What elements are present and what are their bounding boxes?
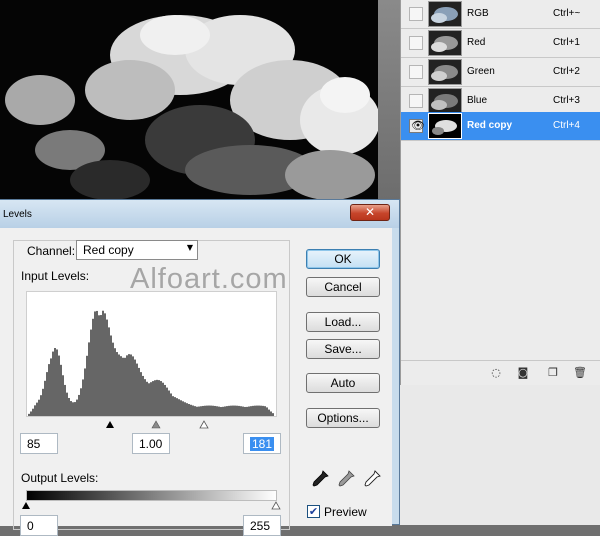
input-gamma-value: 1.00 <box>139 437 163 451</box>
channel-thumbnail <box>428 1 462 27</box>
load-selection-icon[interactable]: ◌ <box>489 366 503 380</box>
channels-panel: RGB Ctrl+~ Red Ctrl+1 Green Ctrl+2 Blue … <box>400 0 600 385</box>
output-white-value: 255 <box>250 519 271 533</box>
channel-thumbnail <box>428 113 462 139</box>
histogram-graph <box>28 310 274 416</box>
channel-thumbnail <box>428 59 462 85</box>
auto-button[interactable]: Auto <box>306 373 380 393</box>
chevron-down-icon: ▼ <box>186 243 193 252</box>
input-black-field[interactable]: 85 <box>20 433 58 454</box>
white-eyedropper-icon[interactable] <box>362 469 382 489</box>
input-gamma-field[interactable]: 1.00 <box>132 433 170 454</box>
channel-label: Channel: <box>27 244 76 258</box>
output-levels-slider[interactable] <box>18 501 284 511</box>
channel-shortcut: Ctrl+4 <box>553 120 580 131</box>
eye-icon: 👁 <box>411 119 425 132</box>
input-levels-slider[interactable] <box>26 418 277 430</box>
channel-name: RGB <box>467 8 489 19</box>
input-white-value: 181 <box>250 437 275 451</box>
channel-shortcut: Ctrl+~ <box>553 8 581 19</box>
output-levels-label: Output Levels: <box>21 471 99 485</box>
channel-select-value: Red copy <box>83 243 134 257</box>
input-black-value: 85 <box>27 437 41 451</box>
input-levels-label: Input Levels: <box>21 269 90 283</box>
cloud-image <box>0 0 400 220</box>
document-canvas[interactable] <box>0 0 400 220</box>
channel-name: Green <box>467 66 495 77</box>
output-black-field[interactable]: 0 <box>20 515 58 536</box>
output-white-field[interactable]: 255 <box>243 515 281 536</box>
dialog-body: Channel: Red copy ▼ Input Levels: Alfoar… <box>0 228 392 536</box>
new-channel-icon[interactable]: ❐ <box>546 366 560 380</box>
cancel-button[interactable]: Cancel <box>306 277 380 297</box>
visibility-toggle[interactable] <box>409 7 423 21</box>
options-button[interactable]: Options... <box>306 408 380 428</box>
visibility-toggle[interactable]: 👁 <box>409 119 425 133</box>
load-button[interactable]: Load... <box>306 312 380 332</box>
channel-name: Red copy <box>467 120 513 131</box>
dialog-title: Levels <box>3 209 32 220</box>
preview-checkbox[interactable]: ✔ <box>307 505 320 518</box>
output-black-value: 0 <box>27 519 34 533</box>
channel-thumbnail <box>428 88 462 114</box>
histogram <box>26 291 277 417</box>
visibility-toggle[interactable] <box>409 36 423 50</box>
visibility-toggle[interactable] <box>409 94 423 108</box>
channel-row-red-copy[interactable]: 👁 Red copy Ctrl+4 <box>401 112 600 141</box>
close-button[interactable]: ✕ <box>350 204 390 221</box>
save-button[interactable]: Save... <box>306 339 380 359</box>
panel-background <box>400 385 600 525</box>
levels-dialog: Levels ✕ Channel: Red copy ▼ Input Level… <box>0 199 400 536</box>
visibility-toggle[interactable] <box>409 65 423 79</box>
channel-name: Blue <box>467 95 488 106</box>
channel-name: Red <box>467 37 486 48</box>
trash-icon[interactable]: 🗑 <box>573 366 587 380</box>
canvas-scroll-area <box>378 0 400 220</box>
gamma-handle[interactable] <box>151 420 161 429</box>
output-gradient-bar <box>26 490 277 501</box>
black-point-handle[interactable] <box>106 421 114 428</box>
channel-select[interactable]: Red copy ▼ <box>76 240 198 260</box>
save-selection-icon[interactable]: ◙ <box>516 366 530 380</box>
channel-shortcut: Ctrl+3 <box>553 95 580 106</box>
channels-panel-toolbar: ◌ ◙ ❐ 🗑 <box>401 360 600 385</box>
channel-thumbnail <box>428 30 462 56</box>
ok-button[interactable]: OK <box>306 249 380 269</box>
input-white-field[interactable]: 181 <box>243 433 281 454</box>
channel-shortcut: Ctrl+1 <box>553 37 580 48</box>
channel-row-red[interactable]: Red Ctrl+1 <box>401 29 600 58</box>
output-white-handle[interactable] <box>271 501 281 510</box>
channel-row-green[interactable]: Green Ctrl+2 <box>401 58 600 87</box>
output-black-handle[interactable] <box>22 502 30 509</box>
channel-row-rgb[interactable]: RGB Ctrl+~ <box>401 0 600 29</box>
preview-label: Preview <box>324 505 367 519</box>
black-eyedropper-icon[interactable] <box>310 469 330 489</box>
dialog-titlebar[interactable]: Levels ✕ <box>0 200 399 228</box>
gray-eyedropper-icon[interactable] <box>336 469 356 489</box>
channel-shortcut: Ctrl+2 <box>553 66 580 77</box>
white-point-handle[interactable] <box>199 420 209 429</box>
check-icon: ✔ <box>308 505 319 518</box>
